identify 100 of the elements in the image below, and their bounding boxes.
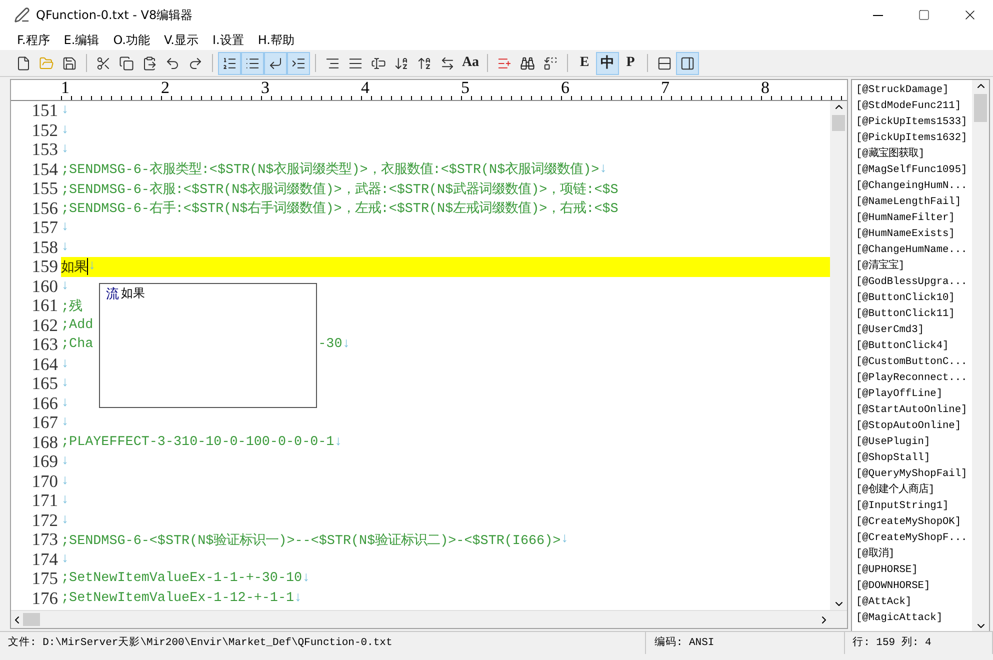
scroll-thumb[interactable] (974, 94, 987, 122)
vertical-scrollbar[interactable] (830, 101, 847, 610)
label-list-item[interactable]: [@StdModeFunc211] (856, 98, 972, 114)
label-list-item[interactable]: [@StopAutoOnline] (856, 418, 972, 434)
toolbar-button[interactable] (264, 52, 287, 74)
line-end-mark: ↓ (599, 162, 608, 177)
list-plus-icon (497, 56, 512, 70)
line-number: 152 (30, 120, 59, 140)
toolbar-button[interactable]: P (619, 52, 642, 74)
menu-item[interactable]: E.编辑 (56, 30, 106, 50)
label-list-item[interactable]: [@ButtonClick10] (856, 290, 972, 306)
label-list-item[interactable]: [@ShopStall] (856, 450, 972, 466)
label-list-item[interactable]: [@ButtonClick11] (856, 306, 972, 322)
toolbar-button[interactable]: 中 (596, 52, 619, 74)
menu-item[interactable]: O.功能 (106, 30, 157, 50)
line-end-mark: ↓ (560, 532, 569, 548)
line-number: 153 (30, 140, 59, 160)
menu-item[interactable]: H.帮助 (250, 30, 302, 50)
code-text: ;PLAYEFFECT-3-310-10-0-100-0-0-0-1 (61, 434, 334, 450)
line-end-mark: ↓ (302, 571, 310, 586)
keyword-label: 流 (106, 286, 119, 303)
return-arrow-icon (268, 56, 283, 70)
maximize-icon (918, 9, 930, 21)
label-list-item[interactable]: [@HumNameFilter] (856, 210, 972, 226)
label-list-item[interactable]: [@MagicAttack] (856, 610, 972, 626)
line-end-mark: ↓ (342, 337, 350, 352)
menu-item[interactable]: F.程序 (10, 30, 57, 50)
line-end-mark: ↓ (61, 512, 70, 528)
suggestion-item[interactable]: 如果 (121, 285, 145, 303)
ruler-number: 4 (361, 80, 370, 96)
line-number: 176 (30, 588, 59, 608)
label-list-item[interactable]: [@DOWNHORSE] (856, 578, 972, 594)
line-end-mark: ↓ (61, 415, 70, 430)
vertical-scrollbar[interactable] (972, 80, 989, 632)
label-list-item[interactable]: [@PickUpItems1533] (856, 114, 972, 130)
label-list-item[interactable]: [@CreateMyShopF... (856, 530, 972, 546)
label-list-item[interactable]: [@HumNameExists] (856, 226, 972, 242)
menu-item[interactable]: I.设置 (205, 30, 251, 50)
text-cursor-icon (371, 56, 386, 70)
label-list-item[interactable]: [@StartAutoOnline] (856, 402, 972, 418)
redo-icon (188, 56, 203, 70)
code-text: ;SetNewItemValueEx-1-12-+-1-1 (61, 590, 294, 606)
toolbar-button[interactable]: E (573, 52, 596, 74)
label-list-item[interactable]: [@ChangeHumName... (856, 242, 972, 258)
sort-down-icon (394, 56, 409, 70)
ruler-number: 1 (61, 80, 70, 96)
align-justify-icon (348, 56, 363, 70)
label-list-item[interactable]: [@PlayOffLine] (856, 386, 972, 402)
label-list-item[interactable]: [@StruckDamage] (856, 82, 972, 98)
menu-item[interactable]: V.显示 (156, 30, 206, 50)
label-list-item[interactable]: [@GodBlessUpgra... (856, 274, 972, 290)
code-text: ;残 (61, 298, 82, 315)
label-list-item[interactable]: [@MagSelfFunc1095] (856, 162, 972, 178)
text-caret (87, 258, 88, 276)
scroll-thumb[interactable] (832, 115, 845, 131)
label-list-item[interactable]: [@ButtonClick4] (856, 338, 972, 354)
label-list-item[interactable]: [@CreateMyShopOK] (856, 514, 972, 530)
line-number: 173 (30, 530, 59, 550)
ruler-number: 2 (161, 80, 170, 96)
ruler-number: 5 (461, 80, 470, 96)
label-list-item[interactable]: [@InputString1] (856, 498, 972, 514)
scroll-thumb[interactable] (23, 613, 40, 626)
code-text: ;SENDMSG-6-<$STR(N$验证标识一)>--<$STR(N$验证标识二)>-<$STR(I666)> (61, 532, 561, 549)
line-end-mark: ↓ (61, 396, 70, 411)
line-end-mark: ↓ (61, 122, 70, 138)
toolbar-button[interactable] (676, 52, 699, 74)
line-end-mark: ↓ (61, 493, 70, 508)
label-list-item[interactable]: [@PickUpItems1632] (856, 130, 972, 146)
label-list-item[interactable]: [@取消] (856, 546, 972, 562)
label-list-item[interactable]: [@CustomButtonC... (856, 354, 972, 370)
label-list-item[interactable]: [@PlayReconnect... (856, 370, 972, 386)
line-end-mark: ↓ (61, 278, 70, 294)
toolbar-button[interactable] (241, 52, 264, 74)
save-icon (62, 56, 77, 70)
line-number: 175 (30, 569, 59, 588)
label-list-item[interactable]: [@UserCmd3] (856, 322, 972, 338)
toolbar-button[interactable] (218, 52, 241, 74)
label-list-item[interactable]: [@QueryMyShopFail] (856, 466, 972, 482)
label-list-item[interactable]: [@清宝宝] (856, 258, 972, 274)
rows-icon (657, 56, 672, 70)
line-end-mark: ↓ (61, 474, 70, 489)
toolbar-button[interactable] (287, 52, 310, 74)
label-list-item[interactable]: [@AttAck] (856, 594, 972, 610)
scissors-icon (96, 56, 111, 70)
replace-icon (543, 56, 558, 70)
label-list-item[interactable]: [@ChangeingHumN... (856, 178, 972, 194)
line-number: 166 (30, 394, 59, 413)
ruler-number: 3 (261, 80, 270, 96)
label-list-item[interactable]: [@UPHORSE] (856, 562, 972, 578)
line-end-mark: ↓ (61, 454, 70, 470)
toolbar-button[interactable]: Aa (459, 52, 482, 74)
line-number: 151 (30, 101, 59, 120)
label-list-item[interactable]: [@NameLengthFail] (856, 194, 972, 210)
code-text: ;Cha (61, 337, 94, 352)
label-list-item[interactable]: [@UsePlugin] (856, 434, 972, 450)
code-text: ;SENDMSG-6-右手:<$STR(N$右手词缀数值)>，左戒:<$STR(N$左戒词缀数值)>，右戒:<$S (61, 200, 618, 218)
horizontal-scrollbar[interactable] (11, 610, 847, 628)
label-list-item[interactable]: [@创建个人商店] (856, 482, 972, 498)
line-end-mark: ↓ (88, 259, 96, 274)
label-list-item[interactable]: [@藏宝图获取] (856, 146, 972, 162)
